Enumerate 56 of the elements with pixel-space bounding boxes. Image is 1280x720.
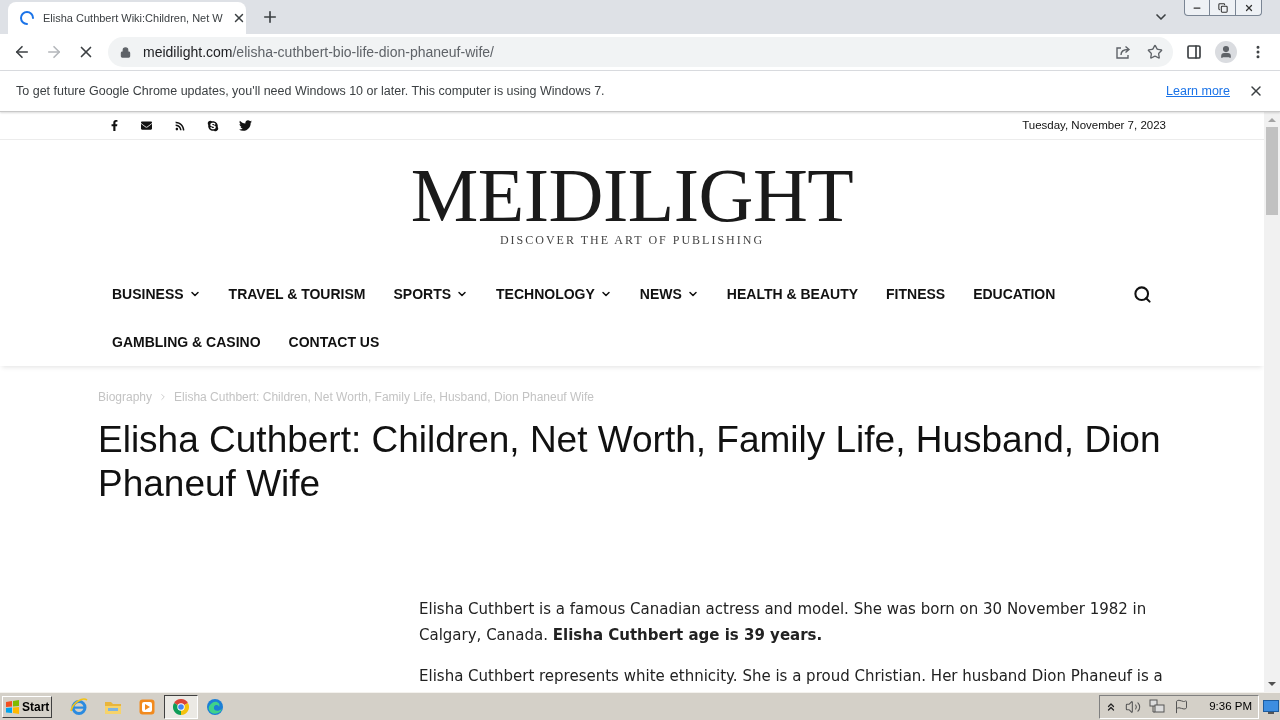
site-tagline: DISCOVER THE ART OF PUBLISHING [499,233,765,247]
article-paragraph: Elisha Cuthbert represents white ethnicity. She is a proud Christian. Her husband Dion Phaneuf is a [419,666,1164,687]
globe-e-icon [70,697,88,716]
update-message: To get future Google Chrome updates, you'll need Windows 10 or later. This computer is using Windows 7. [16,82,605,100]
url-text: meidilight.com/elisha-cuthbert-bio-life-dion-phaneuf-wife/ [143,42,494,62]
windows-flag-icon [5,699,20,714]
close-icon [1243,2,1254,13]
flag-icon[interactable] [1174,699,1190,714]
search-icon [1132,284,1152,304]
close-icon[interactable] [1248,83,1264,99]
taskbar-app-button[interactable] [164,694,198,719]
restore-button[interactable] [1210,0,1236,16]
scrollbar-thumb[interactable] [1266,127,1278,215]
nav-link[interactable]: FITNESS [886,270,946,318]
avatar-icon [1215,41,1237,63]
site-logo[interactable]: MEIDILIGHT [410,157,854,233]
nav-link[interactable]: GAMBLING & CASINO [112,318,261,366]
lock-icon [120,46,131,58]
envelope-icon[interactable] [141,120,152,131]
nav-link[interactable]: TECHNOLOGY [496,270,612,318]
loading-spinner-icon [20,11,34,25]
restore-icon [1217,2,1228,13]
speaker-icon[interactable] [1125,698,1142,715]
chrome-icon [173,698,189,715]
start-button[interactable]: Start [2,695,52,718]
nav-link[interactable]: BUSINESS [112,270,201,318]
learn-more-link[interactable]: Learn more [1166,81,1230,101]
article-title: Elisha Cuthbert: Children, Net Worth, Family Life, Husband, Dion Phaneuf Wife [98,418,1162,506]
clock-time[interactable]: 9:36 PM [1209,697,1252,716]
side-panel-icon [1186,44,1202,60]
skype-icon[interactable] [206,119,219,132]
nav-link[interactable]: HEALTH & BEAUTY [726,270,859,318]
scroll-down-arrow-icon[interactable] [1268,682,1276,686]
address-bar[interactable]: meidilight.com/elisha-cuthbert-bio-life-dion-phaneuf-wife/ [108,37,1173,67]
article-paragraph: Elisha Cuthbert is a famous Canadian actress and model. She was born on 30 November 1982 in Calgary, Canada. Elisha Cuthbert age is 39 years. [419,599,1148,646]
forward-arrow-icon [45,43,63,61]
nav-link[interactable]: NEWS [639,270,699,318]
plus-icon [261,8,279,26]
rss-icon[interactable] [174,120,185,131]
play-tile-icon [139,698,155,715]
browser-tab[interactable]: Elisha Cuthbert Wiki:Children, Net W [8,2,246,34]
network-icon[interactable] [1149,699,1167,714]
current-date: Tuesday, November 7, 2023 [1022,117,1166,133]
scrollbar-track[interactable] [1264,112,1280,692]
close-window-button[interactable] [1236,0,1262,16]
minimize-button[interactable] [1184,0,1210,16]
swirl-icon [207,698,223,715]
nav-link[interactable]: CONTACT US [288,318,380,366]
breadcrumb-current: Elisha Cuthbert: Children, Net Worth, Family Life, Husband, Dion Phaneuf Wife [174,389,595,406]
nav-link[interactable]: TRAVEL & TOURISM [228,270,366,318]
nav-link[interactable]: EDUCATION [973,270,1056,318]
nav-link[interactable]: SPORTS [393,270,469,318]
twitter-bird-icon[interactable] [239,119,252,132]
show-desktop-icon[interactable] [1263,699,1279,714]
star-icon [1147,44,1163,60]
share-icon [1115,45,1131,59]
